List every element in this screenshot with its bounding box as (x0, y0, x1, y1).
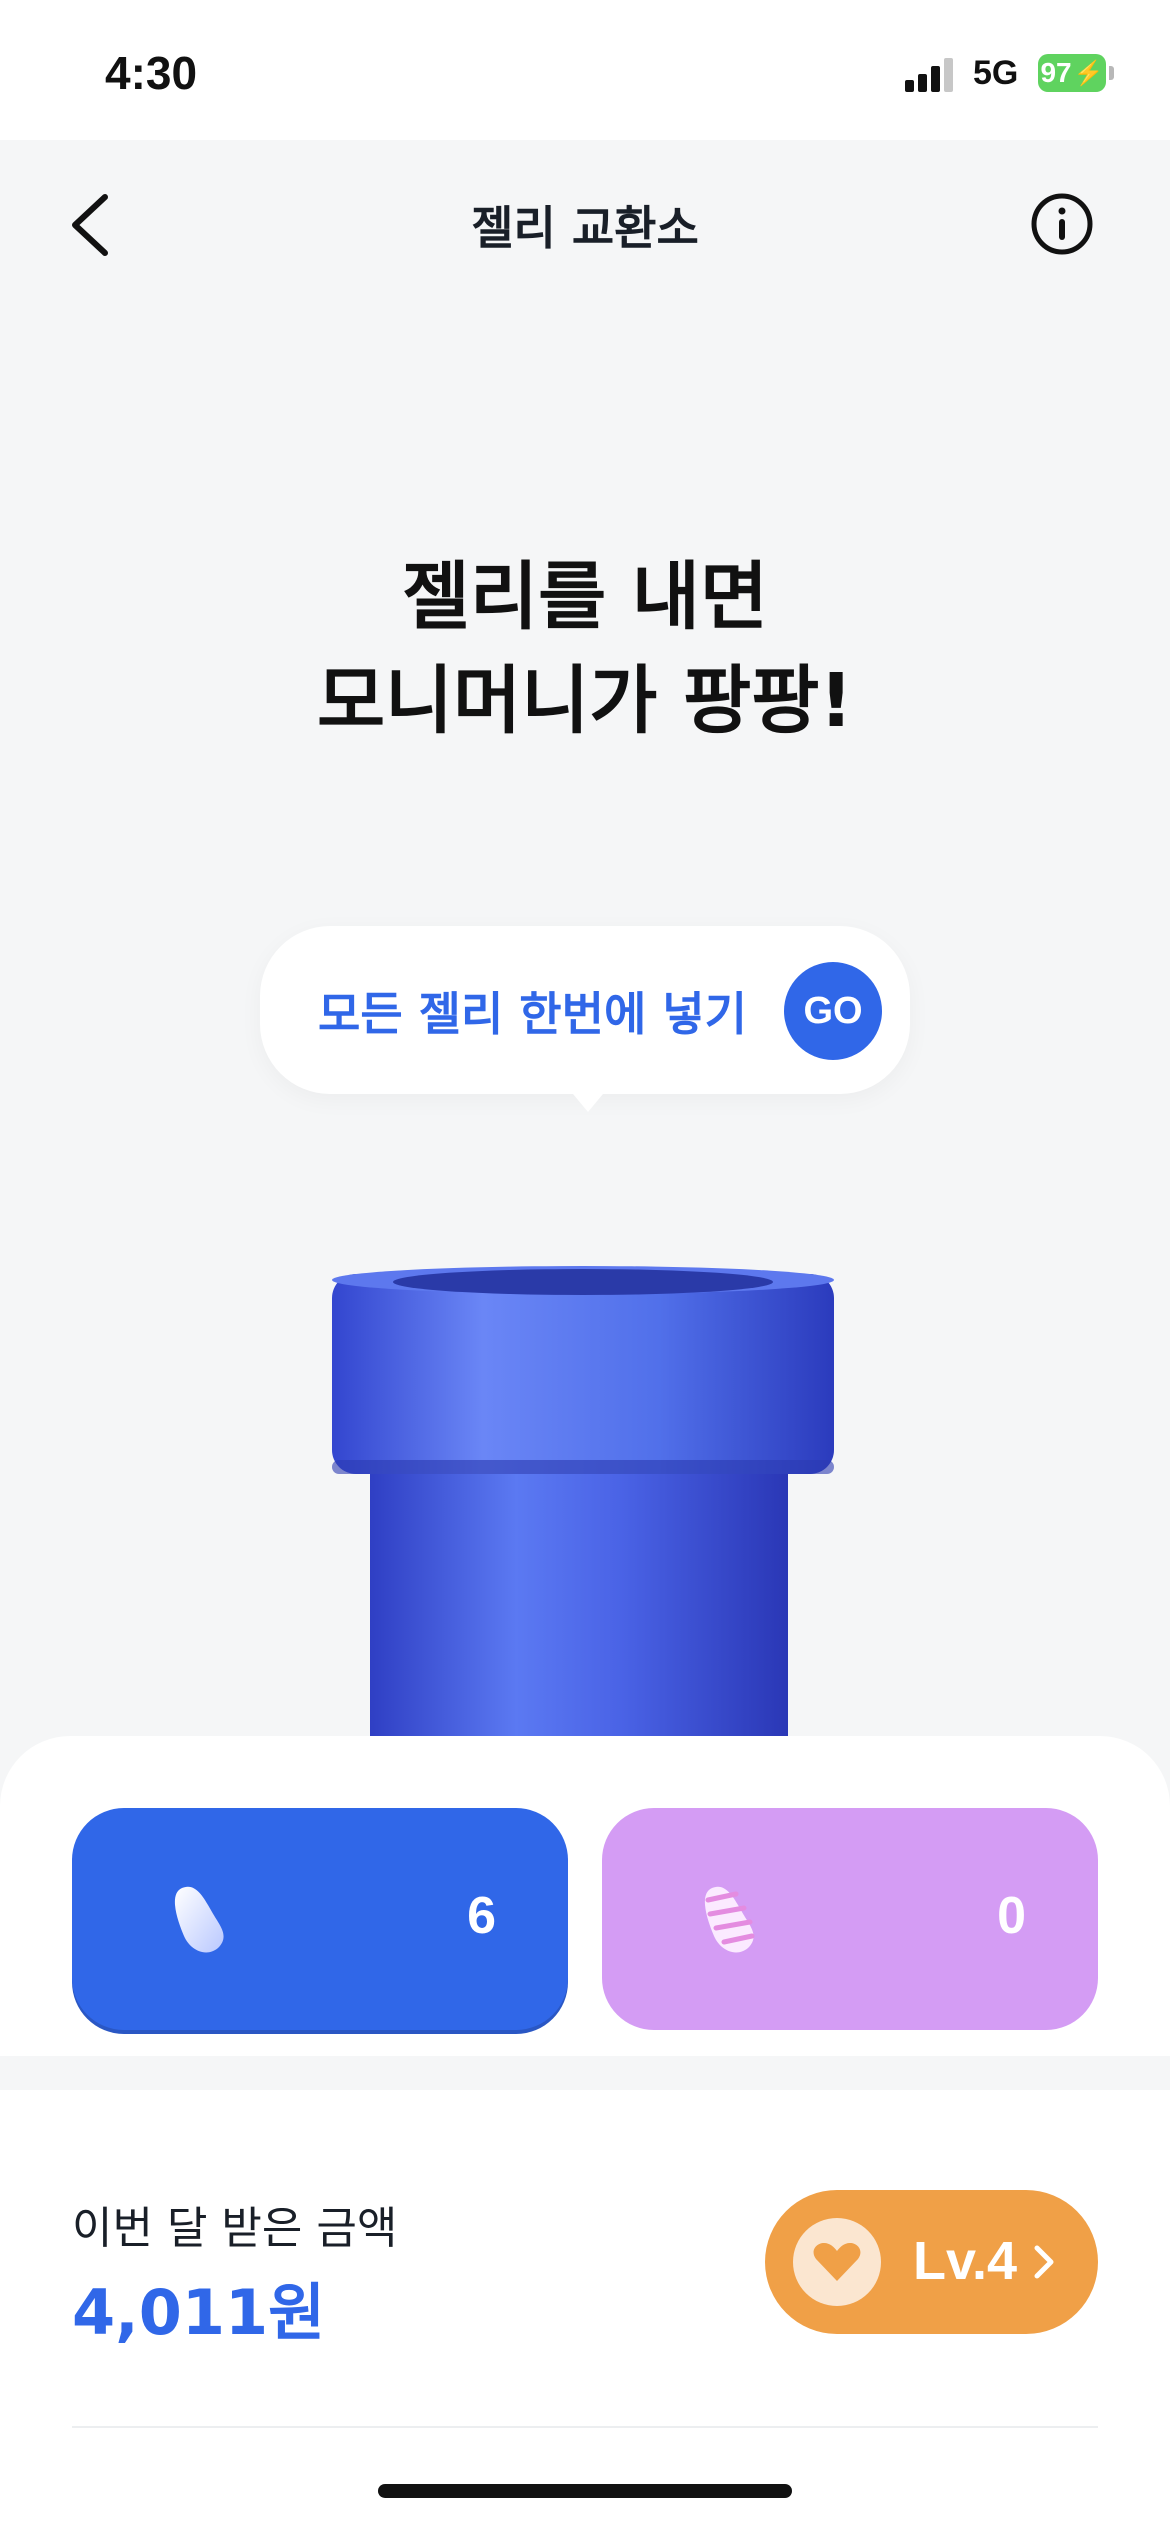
insert-all-label: 모든 젤리 한번에 넣기 (318, 987, 747, 1041)
go-button[interactable]: GO (784, 962, 882, 1060)
status-time: 4:30 (105, 47, 198, 99)
page-title: 젤리 교환소 (471, 201, 699, 255)
hero-title-line1: 젤리를 내면 (401, 554, 769, 640)
battery-level: 97 (1040, 57, 1072, 88)
home-indicator[interactable] (378, 2484, 792, 2498)
earnings-section: 이번 달 받은 금액 4,011원 Lv.4 (0, 2090, 1170, 2532)
divider-line (72, 2426, 1098, 2428)
bubble-tail (568, 1088, 608, 1112)
chevron-right-icon (1034, 2245, 1054, 2279)
heart-badge-icon (793, 2218, 881, 2306)
info-circle-icon (1031, 193, 1093, 255)
blue-jelly-count: 6 (467, 1887, 496, 1945)
charging-icon: ⚡ (1073, 59, 1104, 87)
heart-icon (813, 2243, 861, 2281)
battery-icon: 97 ⚡ (1038, 54, 1106, 92)
pipe-illustration (332, 1266, 834, 1740)
battery-tip (1109, 66, 1114, 80)
info-button[interactable] (1028, 190, 1096, 258)
earnings-label: 이번 달 받은 금액 (72, 2203, 398, 2254)
insert-all-bubble[interactable]: 모든 젤리 한번에 넣기 GO (260, 926, 910, 1094)
nav-bar: 젤리 교환소 (0, 140, 1170, 300)
signal-icon (905, 56, 957, 92)
status-bar: 4:30 5G 97 ⚡ (0, 0, 1170, 140)
earnings-value: 4,011원 (72, 2276, 326, 2349)
blue-jelly-icon (174, 1886, 224, 1953)
hero-title-line2: 모니머니가 팡팡! (316, 658, 854, 744)
blue-jelly-card[interactable]: 6 (72, 1808, 568, 2030)
level-button[interactable]: Lv.4 (765, 2190, 1098, 2334)
level-label: Lv.4 (913, 2231, 1018, 2291)
hero-title: 젤리를 내면 모니머니가 팡팡! (0, 545, 1170, 753)
section-divider (0, 2056, 1170, 2090)
network-label: 5G (973, 54, 1019, 92)
pink-jelly-icon (704, 1886, 755, 1953)
pink-jelly-count: 0 (997, 1887, 1026, 1945)
pink-jelly-card[interactable]: 0 (602, 1808, 1098, 2030)
